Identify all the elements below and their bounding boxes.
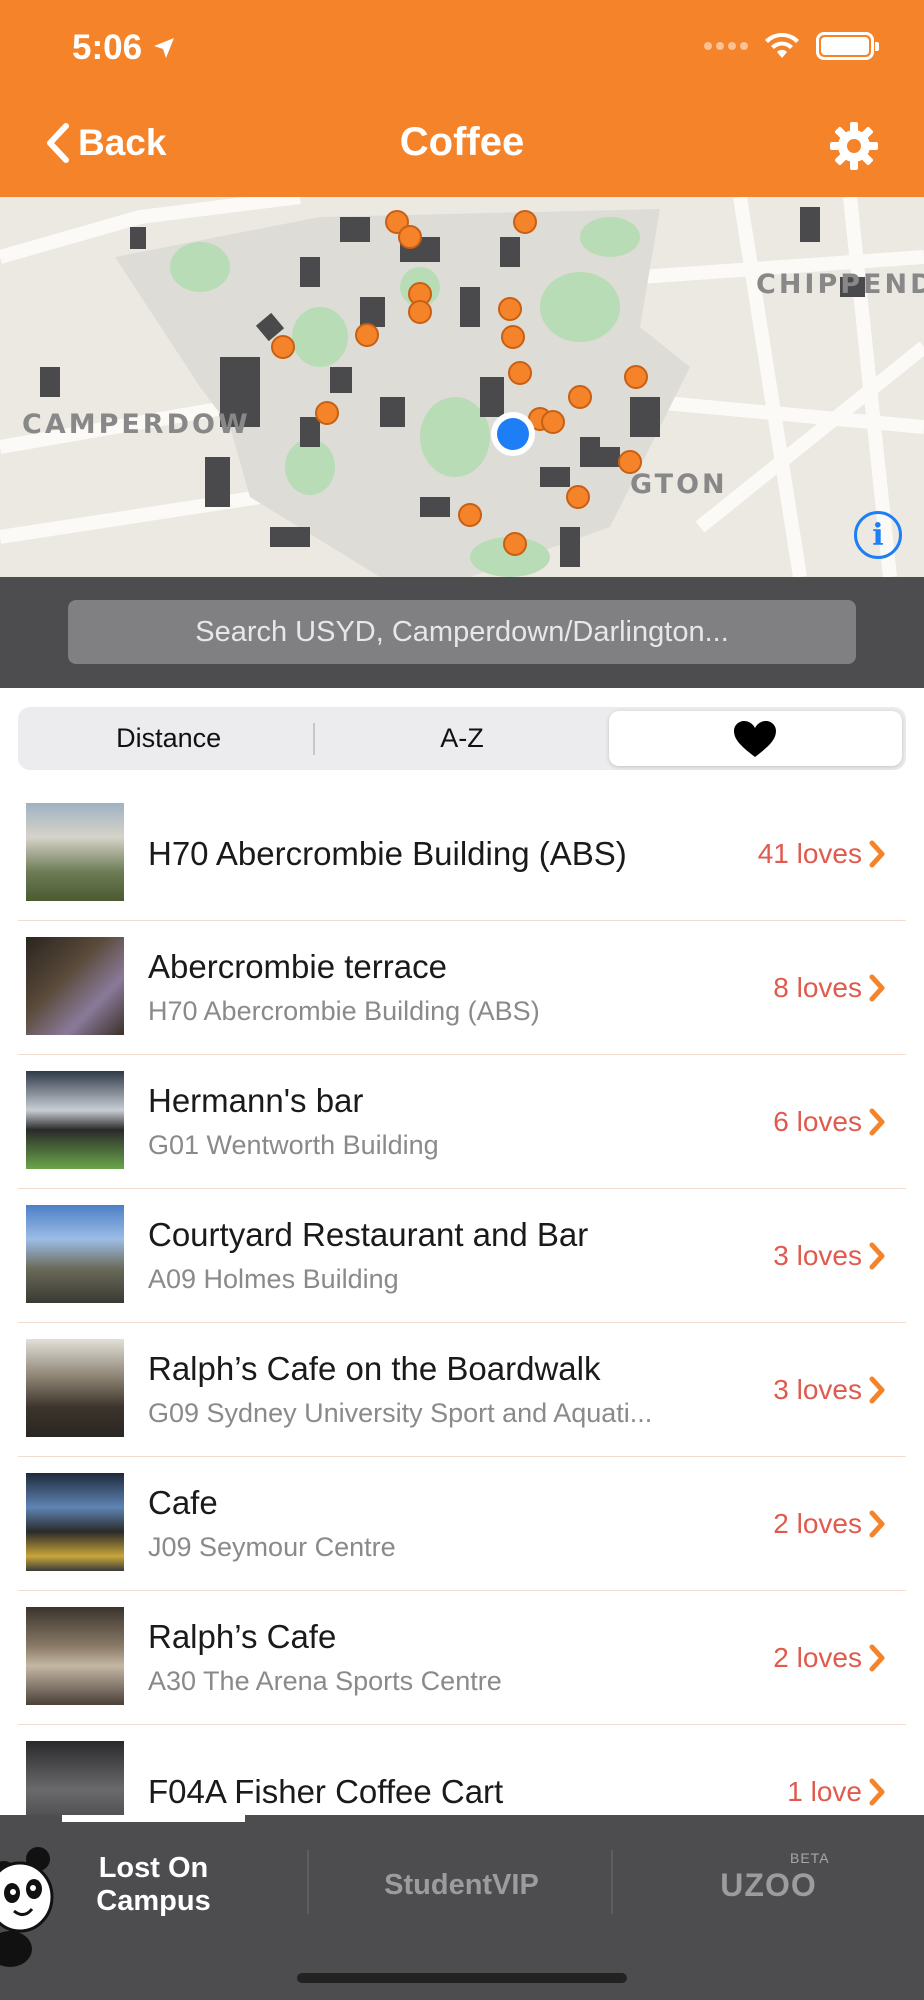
status-time: 5:06 bbox=[72, 28, 176, 68]
place-name: H70 Abercrombie Building (ABS) bbox=[148, 834, 627, 872]
tab-lost-label-1: Lost On bbox=[98, 1852, 209, 1884]
places-list: H70 Abercrombie Building (ABS) 41 loves … bbox=[18, 787, 906, 1859]
loves-count: 3 loves bbox=[773, 1373, 862, 1405]
list-item[interactable]: Abercrombie terrace H70 Abercrombie Build… bbox=[18, 921, 906, 1055]
place-location: A09 Holmes Building bbox=[148, 1264, 399, 1294]
loves-count: 6 loves bbox=[773, 1105, 862, 1137]
bottom-tab-bar: Lost On Campus StudentVIP UZOO BETA bbox=[0, 1815, 924, 2000]
place-loves: 2 loves bbox=[773, 1642, 886, 1674]
place-loves: 8 loves bbox=[773, 972, 886, 1004]
map-label-darlington: GTON bbox=[630, 469, 728, 500]
battery-icon bbox=[816, 32, 879, 60]
place-loves: 1 love bbox=[787, 1776, 886, 1808]
place-location: A30 The Arena Sports Centre bbox=[148, 1666, 502, 1696]
sort-az[interactable]: A-Z bbox=[315, 711, 608, 766]
chevron-right-icon bbox=[869, 1510, 885, 1537]
place-location: H70 Abercrombie Building (ABS) bbox=[148, 996, 540, 1026]
nav-header: 5:06 Back Coffee bbox=[0, 0, 924, 197]
gear-icon[interactable] bbox=[828, 120, 880, 172]
sort-distance-label: Distance bbox=[116, 723, 222, 753]
tab-uzoo[interactable]: UZOO bbox=[613, 1815, 924, 1955]
chevron-right-icon bbox=[869, 974, 885, 1001]
location-arrow-icon bbox=[154, 38, 175, 58]
chevron-right-icon bbox=[869, 1376, 885, 1403]
list-item[interactable]: Ralph’s Cafe A30 The Arena Sports Centre … bbox=[18, 1591, 906, 1725]
chevron-right-icon bbox=[869, 1644, 885, 1671]
tab-divider bbox=[307, 1850, 309, 1914]
place-loves: 3 loves bbox=[773, 1374, 886, 1406]
search-input[interactable]: Search USYD, Camperdown/Darlington... bbox=[68, 600, 856, 664]
heart-icon bbox=[734, 720, 777, 757]
chevron-right-icon bbox=[869, 1108, 885, 1135]
place-thumbnail bbox=[26, 1205, 124, 1303]
tab-lost-on-campus[interactable]: Lost On Campus bbox=[62, 1815, 245, 1955]
place-location: G09 Sydney University Sport and Aquati..… bbox=[148, 1398, 653, 1428]
sort-segmented-control: Distance A-Z bbox=[18, 707, 906, 770]
place-thumbnail bbox=[26, 1607, 124, 1705]
loves-count: 1 love bbox=[787, 1775, 862, 1807]
status-time-label: 5:06 bbox=[72, 28, 143, 67]
loves-count: 3 loves bbox=[773, 1239, 862, 1271]
place-name: Courtyard Restaurant and Bar bbox=[148, 1216, 589, 1253]
sort-az-label: A-Z bbox=[440, 723, 484, 753]
tab-lost-label-2: Campus bbox=[96, 1885, 211, 1917]
place-thumbnail bbox=[26, 937, 124, 1035]
place-thumbnail bbox=[26, 1473, 124, 1571]
map-label-camperdown: CAMPERDOW bbox=[22, 409, 251, 440]
info-icon: i bbox=[872, 517, 884, 553]
search-bar: Search USYD, Camperdown/Darlington... bbox=[0, 577, 924, 688]
list-item[interactable]: Cafe J09 Seymour Centre 2 loves bbox=[18, 1457, 906, 1591]
wifi-icon bbox=[765, 32, 799, 58]
place-location: G01 Wentworth Building bbox=[148, 1130, 439, 1160]
search-placeholder: Search USYD, Camperdown/Darlington... bbox=[195, 615, 729, 648]
home-indicator bbox=[297, 1973, 627, 1983]
list-item[interactable]: Hermann's bar G01 Wentworth Building 6 lo… bbox=[18, 1055, 906, 1189]
place-thumbnail bbox=[26, 1339, 124, 1437]
panda-mascot-icon bbox=[0, 1847, 54, 1967]
cellular-signal-icon bbox=[704, 42, 748, 50]
list-item[interactable]: Courtyard Restaurant and Bar A09 Holmes B… bbox=[18, 1189, 906, 1323]
place-name: Ralph’s Cafe bbox=[148, 1618, 337, 1655]
status-icons bbox=[704, 32, 879, 60]
campus-map[interactable]: CHIPPEND CAMPERDOW GTON i bbox=[0, 197, 924, 577]
place-loves: 41 loves bbox=[758, 838, 886, 870]
place-name: Cafe bbox=[148, 1484, 218, 1521]
map-info-button[interactable]: i bbox=[854, 511, 902, 559]
map-label-chippendale: CHIPPEND bbox=[756, 269, 924, 300]
place-thumbnail bbox=[26, 1071, 124, 1169]
chevron-right-icon bbox=[869, 840, 885, 867]
page-title: Coffee bbox=[399, 120, 525, 164]
tab-studentvip-label: StudentVIP bbox=[384, 1868, 539, 1901]
place-name: Hermann's bar bbox=[148, 1082, 364, 1119]
list-item[interactable]: H70 Abercrombie Building (ABS) 41 loves bbox=[18, 787, 906, 921]
place-name: Abercrombie terrace bbox=[148, 948, 447, 985]
place-name: F04A Fisher Coffee Cart bbox=[148, 1772, 504, 1810]
list-item[interactable]: Ralph’s Cafe on the Boardwalk G09 Sydney … bbox=[18, 1323, 906, 1457]
place-loves: 2 loves bbox=[773, 1508, 886, 1540]
sort-favourites[interactable] bbox=[608, 711, 902, 766]
sort-distance[interactable]: Distance bbox=[22, 711, 315, 766]
place-name: Ralph’s Cafe on the Boardwalk bbox=[148, 1350, 601, 1387]
place-loves: 3 loves bbox=[773, 1240, 886, 1272]
place-loves: 6 loves bbox=[773, 1106, 886, 1138]
place-location: J09 Seymour Centre bbox=[148, 1532, 396, 1562]
tab-uzoo-label: UZOO bbox=[720, 1866, 817, 1903]
chevron-right-icon bbox=[869, 1242, 885, 1269]
loves-count: 41 loves bbox=[757, 837, 862, 869]
loves-count: 2 loves bbox=[773, 1507, 862, 1539]
chevron-right-icon bbox=[869, 1778, 885, 1805]
beta-badge: BETA bbox=[790, 1850, 830, 1866]
tab-studentvip[interactable]: StudentVIP bbox=[310, 1815, 613, 1955]
loves-count: 2 loves bbox=[773, 1641, 862, 1673]
loves-count: 8 loves bbox=[773, 971, 862, 1003]
place-thumbnail bbox=[26, 803, 124, 901]
